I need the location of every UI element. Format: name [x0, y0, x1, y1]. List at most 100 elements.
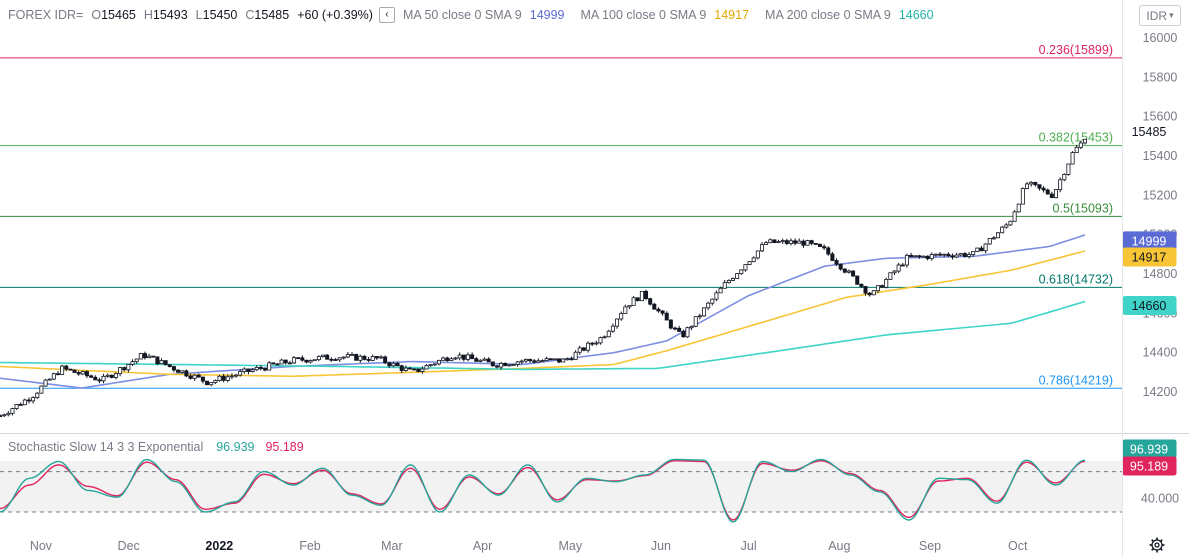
candle-body	[540, 360, 545, 362]
candle	[1012, 210, 1017, 222]
candle	[55, 371, 60, 376]
candle	[1066, 163, 1071, 176]
candle-body	[416, 368, 421, 372]
candle	[84, 370, 89, 379]
candle-body	[350, 353, 355, 356]
candle-body	[834, 260, 839, 265]
candle	[234, 373, 239, 378]
candle-body	[176, 369, 181, 373]
candle-body	[797, 240, 802, 244]
candle	[345, 351, 350, 359]
candle	[1037, 184, 1042, 191]
candle-body	[391, 362, 396, 367]
symbol-name[interactable]: FOREX IDR=	[8, 8, 83, 22]
candle-body	[1074, 146, 1079, 153]
candle-body	[776, 241, 781, 244]
candle-body	[1012, 211, 1017, 222]
open-value: 15465	[101, 8, 136, 22]
candle-body	[2, 414, 7, 417]
fib-level-label: 0.618(14732)	[1039, 272, 1113, 286]
candle-body	[292, 357, 297, 364]
candle-body	[1033, 181, 1038, 186]
low-value: 15450	[202, 8, 238, 22]
currency-selector[interactable]: IDR ▾	[1139, 5, 1181, 26]
time-tick-label: Mar	[381, 539, 403, 553]
candle	[569, 356, 574, 361]
candle	[656, 307, 661, 313]
candle	[759, 241, 764, 253]
candle-body	[751, 257, 756, 262]
ma100-label[interactable]: MA 100 close 0 SMA 9	[581, 8, 707, 22]
candle-body	[163, 360, 168, 366]
candle-body	[1078, 142, 1083, 148]
candle-body	[18, 404, 23, 406]
candle-body	[474, 358, 479, 362]
candle	[900, 262, 905, 267]
candle	[428, 364, 433, 367]
chevron-left-icon[interactable]: ‹	[378, 7, 395, 23]
oscillator-label[interactable]: Stochastic Slow 14 3 3 Exponential	[8, 440, 203, 454]
candle	[507, 364, 512, 367]
candle	[1016, 203, 1021, 213]
candle-body	[461, 354, 466, 360]
candle	[1062, 173, 1067, 182]
candle-body	[14, 404, 19, 410]
candle	[109, 374, 114, 379]
candle-body	[846, 270, 851, 273]
candle	[710, 298, 715, 306]
candle	[1020, 187, 1025, 205]
candle-body	[283, 359, 288, 364]
candle-body	[76, 372, 81, 375]
stoch-band-background	[0, 461, 1122, 512]
candle	[768, 238, 773, 244]
candle-body	[1041, 187, 1046, 191]
candle	[623, 304, 628, 314]
candle	[884, 277, 889, 289]
chart-canvas[interactable]: 1420014400146001480015000152001540015600…	[0, 0, 1189, 557]
ma200-label[interactable]: MA 200 close 0 SMA 9	[765, 8, 891, 22]
candle-body	[958, 253, 963, 256]
candle-body	[660, 310, 665, 314]
open-label: O	[91, 8, 102, 22]
candle	[304, 359, 309, 364]
candle-body	[739, 269, 744, 274]
time-tick-label: May	[558, 539, 582, 553]
candle-body	[465, 354, 470, 360]
candle-body	[1083, 138, 1088, 144]
candle-body	[1037, 184, 1042, 189]
candle	[80, 370, 85, 376]
candle-body	[801, 240, 806, 246]
candle	[68, 368, 73, 371]
candle-body	[544, 358, 549, 361]
gear-icon[interactable]	[1148, 536, 1166, 554]
candle-body	[681, 330, 686, 338]
candle	[93, 375, 98, 381]
candle	[880, 284, 885, 288]
candle-body	[772, 239, 777, 244]
price-tick-label: 15200	[1143, 188, 1178, 202]
candle-body	[345, 354, 350, 358]
candle-body	[664, 312, 669, 321]
candle-body	[238, 371, 243, 376]
candle	[523, 358, 528, 364]
candle-body	[880, 285, 885, 288]
candle	[470, 352, 475, 360]
candle	[892, 269, 897, 275]
stoch-d-badge: 95.189	[1122, 456, 1177, 476]
candle	[544, 356, 549, 362]
candle	[515, 361, 520, 367]
candle	[279, 358, 284, 365]
candle	[122, 366, 127, 372]
candle-body	[453, 357, 458, 360]
candle	[598, 336, 603, 345]
candle-body	[188, 375, 193, 379]
candle	[35, 392, 40, 400]
candle-body	[594, 342, 599, 345]
candle-body	[68, 368, 73, 371]
candle	[805, 239, 810, 246]
candle-body	[1025, 183, 1030, 189]
candle-body	[718, 287, 723, 294]
ma50-label[interactable]: MA 50 close 0 SMA 9	[403, 8, 522, 22]
candle-body	[250, 369, 255, 372]
candle	[619, 311, 624, 321]
